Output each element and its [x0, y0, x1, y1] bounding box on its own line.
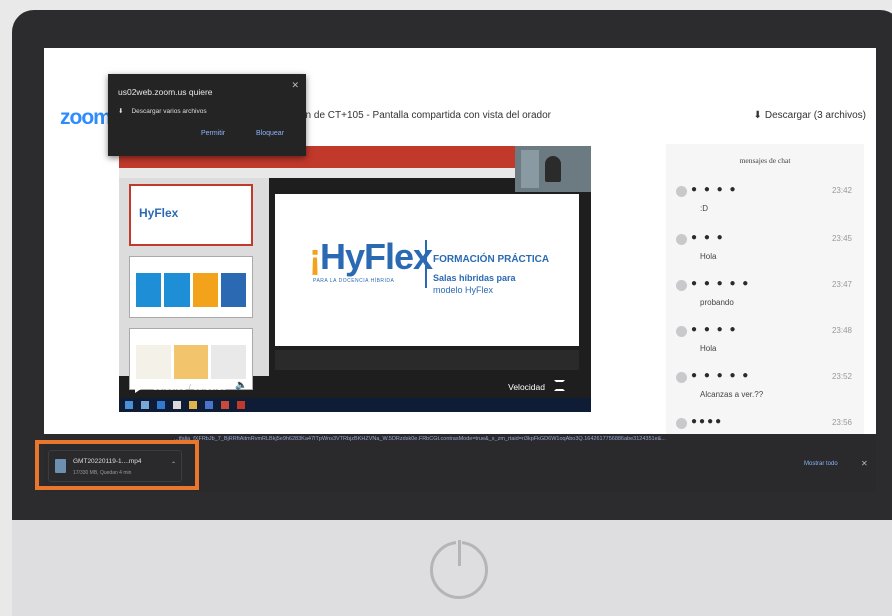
slide-thumbnail [129, 256, 253, 318]
chat-text: Hola [700, 344, 717, 353]
chat-time: 23:56 [831, 418, 852, 427]
chat-sender: ● ● ● ● [691, 184, 738, 195]
speed-button[interactable]: Velocidad [508, 382, 545, 392]
player-controls: 00:00:01 / 03:10:16 🔈 Velocidad [127, 376, 583, 398]
download-highlight-box [35, 440, 199, 490]
playback-time: 00:00:01 / 03:10:16 [153, 382, 227, 392]
chat-text: Alcanzas a ver.?? [700, 390, 764, 399]
zoom-logo: zoom [60, 106, 112, 129]
chat-text: probando [700, 298, 734, 307]
avatar [676, 372, 687, 383]
play-icon[interactable] [135, 381, 144, 393]
fullscreen-icon[interactable] [554, 380, 565, 391]
hyflex-logo-subtitle: PARA LA DOCENCIA HÍBRIDA [313, 278, 395, 284]
chat-text: Hola [700, 252, 717, 261]
download-all-label: Descargar (3 archivos) [764, 110, 866, 121]
chat-sender: ● ● ● ● [691, 324, 738, 335]
show-all-button[interactable]: Mostrar todo [804, 461, 838, 467]
chat-sender: ● ● ● [691, 232, 725, 243]
avatar [676, 234, 687, 245]
speaker-video [515, 146, 591, 192]
recording-title: ón de CT+105 - Pantalla compartida con v… [300, 110, 551, 121]
slide-title: FORMACIÓN PRÁCTICA [433, 254, 550, 265]
chat-time: 23:52 [831, 372, 852, 381]
download-icon: ⬇ [753, 110, 762, 121]
slide-thumbnails: HyFlex [119, 178, 269, 390]
slide-footer [275, 350, 579, 370]
chat-time: 23:47 [831, 280, 852, 289]
download-icon: ⬇ [118, 108, 124, 115]
slide-divider [425, 240, 427, 288]
avatar [676, 186, 687, 197]
browser-screen: zoom ón de CT+105 - Pantalla compartida … [44, 48, 876, 492]
chat-sender: ●●●● [691, 416, 724, 427]
chat-sender: ● ● ● ● ● [691, 278, 751, 289]
chat-title: mensajes de chat [739, 156, 791, 165]
chat-panel: mensajes de chat ● ● ● ● 23:42 :D ● ● ● … [666, 144, 864, 444]
download-permission-popup: us02web.zoom.us quiere ✕ ⬇ Descargar vari… [108, 74, 306, 156]
avatar [676, 280, 687, 291]
volume-icon[interactable]: 🔈 [235, 380, 247, 391]
block-button[interactable]: Bloquear [256, 130, 284, 137]
slide-subtitle: Salas híbridas para modelo HyFlex [433, 273, 516, 295]
close-icon[interactable]: ✕ [291, 80, 299, 91]
chat-text: :D [700, 204, 708, 213]
avatar [676, 418, 687, 429]
download-all-button[interactable]: ⬇ Descargar (3 archivos) [753, 110, 866, 121]
avatar [676, 326, 687, 337]
thumb-logo: HyFlex [139, 206, 179, 220]
chat-time: 23:45 [831, 234, 852, 243]
hyflex-logo: ¡HyFlex [309, 236, 433, 277]
power-icon[interactable] [430, 538, 488, 599]
popup-request: ⬇ Descargar varios archivos [118, 108, 207, 115]
windows-taskbar [119, 398, 591, 412]
chat-sender: ● ● ● ● ● [691, 370, 751, 381]
slide-thumbnail: HyFlex [129, 184, 253, 246]
allow-button[interactable]: Permitir [201, 130, 225, 137]
chat-time: 23:42 [831, 186, 852, 195]
chat-time: 23:48 [831, 326, 852, 335]
close-icon[interactable]: ✕ [861, 459, 868, 468]
popup-title: us02web.zoom.us quiere [118, 87, 213, 97]
main-slide: ¡HyFlex PARA LA DOCENCIA HÍBRIDA FORMACI… [275, 194, 579, 346]
video-player[interactable]: HyFlex ¡HyFlex PARA LA DOCENCIA HÍBRIDA … [119, 146, 591, 412]
